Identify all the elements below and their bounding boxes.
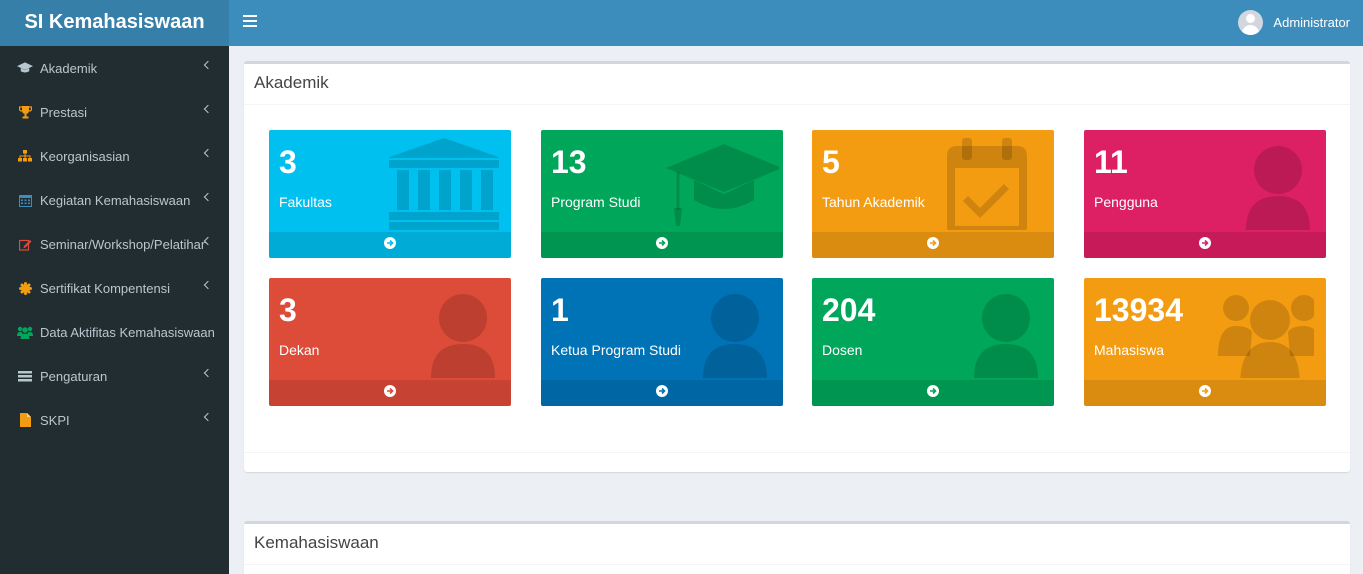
chevron-left-icon (203, 60, 213, 70)
arrow-circle-right-icon (384, 236, 396, 254)
sidebar-item-label: Data Aktifitas Kemahasiswaan (40, 324, 215, 340)
arrow-circle-right-icon (1199, 384, 1211, 402)
sidebar-item-prestasi[interactable]: Prestasi (0, 90, 229, 134)
card-value: 13934 (1094, 292, 1183, 328)
sidebar-item-keorganisasian[interactable]: Keorganisasian (0, 134, 229, 178)
more-info-link[interactable] (1084, 380, 1326, 406)
akademik-box: Akademik (244, 61, 1350, 472)
sidebar-toggle-icon[interactable] (243, 15, 257, 27)
chevron-left-icon (203, 192, 213, 202)
app-logo[interactable]: SI Kemahasiswaan (0, 0, 229, 46)
user-icon (974, 294, 1038, 378)
card-ketua-program-studi: 1 Ketua Program Studi (541, 278, 783, 406)
user-icon (703, 294, 767, 378)
user-name: Administrator (1273, 14, 1350, 30)
more-info-link[interactable] (812, 232, 1054, 258)
kemahasiswaan-box: Kemahasiswaan (244, 521, 1350, 574)
box-title: Akademik (244, 64, 1350, 105)
top-navbar: Administrator (229, 0, 1363, 46)
file-icon (17, 413, 33, 427)
sidebar-item-label: Sertifikat Kompentensi (40, 280, 171, 296)
box-footer (244, 452, 1350, 472)
card-label: Dekan (279, 342, 320, 358)
sidebar-item-label: Akademik (40, 60, 98, 76)
institution-icon (389, 138, 499, 230)
users-icon (17, 325, 33, 339)
more-info-link[interactable] (812, 380, 1054, 406)
sidebar-item-sertifikat-kompentensi[interactable]: Sertifikat Kompentensi (0, 266, 229, 310)
graduation-cap-icon (17, 61, 33, 75)
sidebar-item-skpi[interactable]: SKPI (0, 398, 229, 442)
card-label: Fakultas (279, 194, 332, 210)
sitemap-icon (17, 149, 33, 163)
sidebar-item-label: Prestasi (40, 104, 87, 120)
arrow-circle-right-icon (1199, 236, 1211, 254)
chevron-left-icon (203, 368, 213, 378)
chevron-left-icon (203, 104, 213, 114)
card-value: 5 (822, 144, 840, 180)
sidebar-item-label: Seminar/Workshop/Pelatihan (40, 236, 206, 252)
user-icon (1246, 146, 1310, 230)
card-value: 13 (551, 144, 587, 180)
card-value: 3 (279, 144, 297, 180)
card-fakultas: 3 Fakultas (269, 130, 511, 258)
chevron-left-icon (203, 280, 213, 290)
card-pengguna: 11 Pengguna (1084, 130, 1326, 258)
sidebar-item-label: Kegiatan Kemahasiswaan (40, 192, 191, 208)
graduation-cap-icon (666, 144, 779, 226)
certificate-icon (17, 281, 33, 295)
arrow-circle-right-icon (656, 236, 668, 254)
card-label: Dosen (822, 342, 863, 358)
sidebar: Akademik Prestasi Keorganisasian Kegiata… (0, 46, 229, 574)
sidebar-item-data-aktifitas-kemahasiswaan[interactable]: Data Aktifitas Kemahasiswaan (0, 310, 229, 354)
card-value: 1 (551, 292, 569, 328)
sidebar-item-seminar-workshop-pelatihan[interactable]: Seminar/Workshop/Pelatihan (0, 222, 229, 266)
calendar-check-icon (947, 138, 1027, 230)
card-program-studi: 13 Program Studi (541, 130, 783, 258)
sidebar-item-kegiatan-kemahasiswaan[interactable]: Kegiatan Kemahasiswaan (0, 178, 229, 222)
sidebar-item-akademik[interactable]: Akademik (0, 46, 229, 90)
card-mahasiswa: 13934 Mahasiswa (1084, 278, 1326, 406)
chevron-left-icon (203, 412, 213, 422)
trophy-icon (17, 105, 33, 119)
card-value: 204 (822, 292, 876, 328)
more-info-link[interactable] (541, 380, 783, 406)
user-icon (431, 294, 495, 378)
chevron-left-icon (203, 148, 213, 158)
calendar-icon (17, 193, 33, 207)
more-info-link[interactable] (269, 380, 511, 406)
user-menu[interactable]: Administrator (1238, 9, 1350, 35)
card-value: 3 (279, 292, 297, 328)
edit-icon (17, 237, 33, 251)
card-dekan: 3 Dekan (269, 278, 511, 406)
card-tahun-akademik: 5 Tahun Akademik (812, 130, 1054, 258)
users-icon (1218, 295, 1314, 378)
card-dosen: 204 Dosen (812, 278, 1054, 406)
card-label: Pengguna (1094, 194, 1158, 210)
sidebar-item-label: SKPI (40, 412, 70, 428)
card-label: Program Studi (551, 194, 641, 210)
card-label: Mahasiswa (1094, 342, 1165, 358)
card-label: Tahun Akademik (822, 194, 925, 210)
arrow-circle-right-icon (927, 384, 939, 402)
card-value: 11 (1094, 144, 1128, 180)
sidebar-item-label: Pengaturan (40, 368, 108, 384)
sidebar-item-pengaturan[interactable]: Pengaturan (0, 354, 229, 398)
more-info-link[interactable] (541, 232, 783, 258)
card-label: Ketua Program Studi (551, 342, 681, 358)
arrow-circle-right-icon (384, 384, 396, 402)
sidebar-item-label: Keorganisasian (40, 148, 130, 164)
arrow-circle-right-icon (927, 236, 939, 254)
box-title: Kemahasiswaan (244, 524, 1350, 565)
list-icon (17, 369, 33, 383)
avatar (1238, 9, 1264, 35)
more-info-link[interactable] (1084, 232, 1326, 258)
more-info-link[interactable] (269, 232, 511, 258)
arrow-circle-right-icon (656, 384, 668, 402)
